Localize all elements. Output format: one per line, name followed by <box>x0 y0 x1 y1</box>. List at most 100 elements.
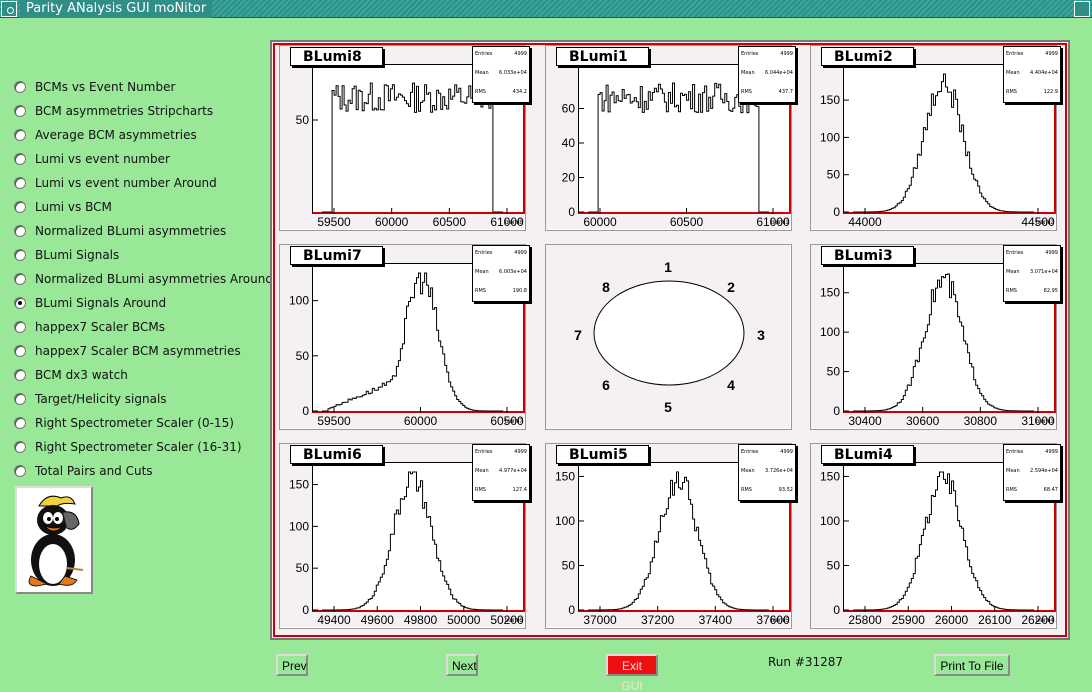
stats-label: Entries <box>475 449 493 455</box>
menu-item-label: Normalized BLumi asymmetries Around <box>35 272 273 286</box>
stats-label: RMS <box>1006 288 1017 294</box>
radio-button[interactable] <box>14 153 26 165</box>
radio-button[interactable] <box>14 273 26 285</box>
radio-button[interactable] <box>14 393 26 405</box>
histogram-title: BLumi3 <box>821 246 914 265</box>
stats-label: Mean <box>475 70 489 76</box>
stats-row-rms: RMS 68.47 <box>1006 487 1058 493</box>
stats-row-mean: Mean 4.404e+04 <box>1006 70 1058 76</box>
radio-button[interactable] <box>14 297 26 309</box>
stats-label: RMS <box>475 89 486 95</box>
stats-value: 4999 <box>514 449 527 455</box>
radio-button[interactable] <box>14 129 26 141</box>
stats-label: Mean <box>1006 70 1020 76</box>
y-tick-label: 150 <box>555 469 575 483</box>
stats-label: Entries <box>475 51 493 57</box>
menu-item[interactable]: Right Spectrometer Scaler (16-31) <box>14 437 242 457</box>
stats-label: RMS <box>475 487 486 493</box>
x-tick-label: 30800 <box>964 414 998 428</box>
position-label-1: 1 <box>664 259 672 275</box>
radio-button[interactable] <box>14 105 26 117</box>
stats-label: Mean <box>475 468 489 474</box>
menu-item[interactable]: BLumi Signals <box>14 245 119 265</box>
histogram-pad-blumi6: 0 50 100 150 49400 49600 49800 50000 50200 blumi6… <box>279 443 530 629</box>
y-tick-label: 0 <box>302 404 309 418</box>
stats-label: RMS <box>475 288 486 294</box>
stats-box: Entries 4999 Mean 6.033e+04 RMS 434.2 <box>472 46 530 103</box>
histogram-pad-blumi5: 0 50 100 150 37000 37200 37400 37600 blumi5 BLumi… <box>545 443 796 629</box>
stats-row-rms: RMS 190.8 <box>475 288 527 294</box>
stats-value: 3.071e+04 <box>1030 269 1058 275</box>
x-axis-label: blumi5 <box>771 618 789 624</box>
radio-button[interactable] <box>14 417 26 429</box>
histogram-title: BLumi6 <box>290 445 383 464</box>
stats-value: 122.9 <box>1043 89 1058 95</box>
radio-button[interactable] <box>14 177 26 189</box>
x-tick-label: 30400 <box>848 414 882 428</box>
radio-button[interactable] <box>14 465 26 477</box>
x-tick-label: 49600 <box>361 613 395 627</box>
menu-item[interactable]: Lumi vs BCM <box>14 197 112 217</box>
radio-button[interactable] <box>14 369 26 381</box>
print-to-file-button[interactable]: Print To File <box>934 654 1010 676</box>
menu-item[interactable]: BLumi Signals Around <box>14 293 166 313</box>
diagram-svg: 1 2 3 4 5 6 7 8 <box>574 259 765 415</box>
histogram-pad-blumi3: 0 50 100 150 30400 30600 30800 31000 blumi3 BLumi… <box>810 244 1061 430</box>
stats-label: Mean <box>741 70 755 76</box>
y-tick-label: 100 <box>289 519 309 533</box>
stats-value: 6.033e+04 <box>499 70 527 76</box>
y-tick-label: 0 <box>833 404 840 418</box>
x-tick-label: 50000 <box>447 613 481 627</box>
stats-label: RMS <box>1006 487 1017 493</box>
menu-item[interactable]: happex7 Scaler BCM asymmetries <box>14 341 241 361</box>
y-tick-label: 150 <box>820 286 840 300</box>
window-resize-icon[interactable] <box>1074 1 1090 17</box>
menu-item-label: BLumi Signals Around <box>35 296 167 310</box>
stats-row-rms: RMS 82.95 <box>1006 288 1058 294</box>
radio-button[interactable] <box>14 441 26 453</box>
position-label-7: 7 <box>574 327 582 343</box>
x-tick-label: 59500 <box>317 414 351 428</box>
menu-item[interactable]: Normalized BLumi asymmetries Around <box>14 269 273 289</box>
radio-button[interactable] <box>14 249 26 261</box>
menu-item[interactable]: BCM asymmetries Stripcharts <box>14 101 213 121</box>
menu-item[interactable]: Right Spectrometer Scaler (0-15) <box>14 413 234 433</box>
stats-value: 2.594e+04 <box>1030 468 1058 474</box>
stats-value: 4999 <box>514 51 527 57</box>
y-tick-label: 100 <box>555 514 575 528</box>
position-label-3: 3 <box>757 327 765 343</box>
next-button[interactable]: Next <box>446 654 478 676</box>
exit-button[interactable]: Exit GUI <box>606 654 658 692</box>
stats-value: 4999 <box>1045 449 1058 455</box>
radio-button[interactable] <box>14 201 26 213</box>
menu-item[interactable]: Lumi vs event number Around <box>14 173 217 193</box>
menu-item[interactable]: Average BCM asymmetries <box>14 125 197 145</box>
window-menu-icon[interactable] <box>1 1 17 17</box>
prev-button[interactable]: Prev <box>276 654 308 676</box>
lumi-position-diagram: 1 2 3 4 5 6 7 8 <box>545 244 792 430</box>
radio-button[interactable] <box>14 225 26 237</box>
radio-button[interactable] <box>14 345 26 357</box>
menu-item-label: Right Spectrometer Scaler (0-15) <box>35 416 234 430</box>
menu-item-label: BCM dx3 watch <box>35 368 128 382</box>
menu-item[interactable]: Normalized BLumi asymmetries <box>14 221 226 241</box>
radio-button[interactable] <box>14 81 26 93</box>
menu-item-label: happex7 Scaler BCMs <box>35 320 165 334</box>
menu-item[interactable]: BCM dx3 watch <box>14 365 128 385</box>
menu-item[interactable]: Lumi vs event number <box>14 149 170 169</box>
radio-button[interactable] <box>14 321 26 333</box>
menu-item-label: BCM asymmetries Stripcharts <box>35 104 214 118</box>
stats-row-rms: RMS 122.9 <box>1006 89 1058 95</box>
stats-row-rms: RMS 127.4 <box>475 487 527 493</box>
menu-item[interactable]: Target/Helicity signals <box>14 389 167 409</box>
menu-item[interactable]: Total Pairs and Cuts <box>14 461 153 481</box>
stats-row-mean: Mean 3.071e+04 <box>1006 269 1058 275</box>
x-tick-label: 60000 <box>375 215 409 229</box>
menu-item[interactable]: BCMs vs Event Number <box>14 77 175 97</box>
menu-item[interactable]: happex7 Scaler BCMs <box>14 317 165 337</box>
menu-item-label: Right Spectrometer Scaler (16-31) <box>35 440 242 454</box>
y-tick-label: 50 <box>296 113 310 127</box>
stats-label: Entries <box>1006 51 1024 57</box>
menu-item-label: BLumi Signals <box>35 248 120 262</box>
x-axis-label: blumi2 <box>1036 220 1054 226</box>
